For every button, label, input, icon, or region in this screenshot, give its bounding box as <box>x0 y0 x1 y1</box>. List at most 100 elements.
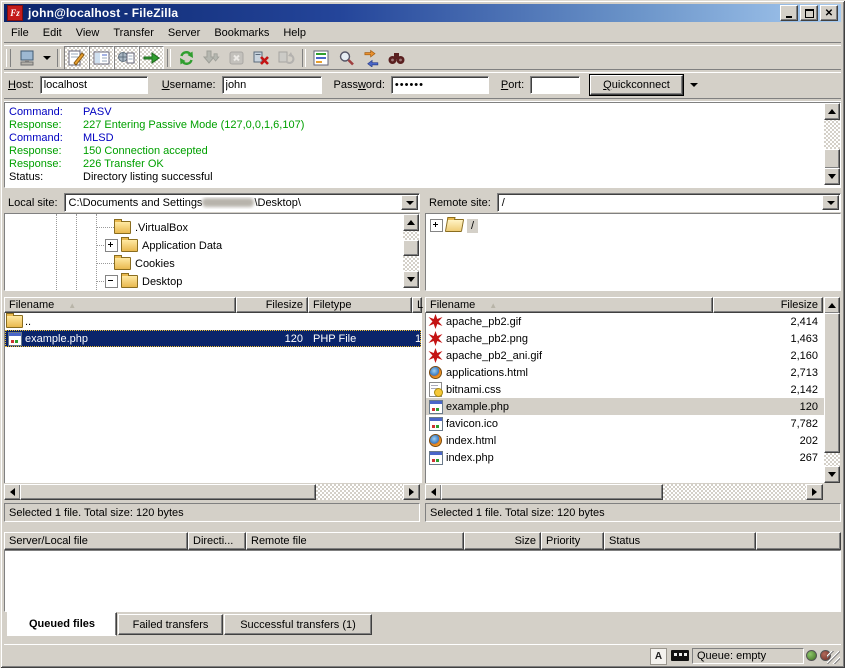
file-row[interactable]: index.html 202 <box>426 432 824 449</box>
queue-column-blank[interactable] <box>756 532 841 550</box>
file-row[interactable]: favicon.ico 7,782 <box>426 415 824 432</box>
scrollbar-thumb[interactable] <box>403 240 419 256</box>
collapse-minus-icon[interactable] <box>105 275 118 288</box>
local-hscrollbar[interactable] <box>4 484 420 500</box>
username-input[interactable] <box>222 76 322 94</box>
queue-column-status[interactable]: Status <box>604 532 756 550</box>
title-bar[interactable]: Fz john@localhost - FileZilla ✕ <box>4 4 841 22</box>
remote-list-body[interactable]: apache_pb2.gif 2,414 apache_pb2.png 1,46… <box>425 313 825 483</box>
column-header-filename[interactable]: Filename▲ <box>4 297 236 313</box>
toggle-remote-tree-button[interactable] <box>114 46 139 70</box>
tree-item-virtualbox[interactable]: .VirtualBox <box>111 219 188 236</box>
tab-failed-transfers[interactable]: Failed transfers <box>118 614 223 635</box>
cancel-operation-button[interactable] <box>224 46 249 70</box>
file-row-selected[interactable]: example.php 120 PHP File 1 <box>5 330 421 347</box>
scroll-right-button[interactable] <box>403 484 420 500</box>
quickconnect-button[interactable]: Quickconnect <box>590 75 683 95</box>
toggle-local-tree-button[interactable] <box>89 46 114 70</box>
refresh-button[interactable] <box>174 46 199 70</box>
scroll-down-button[interactable] <box>824 466 840 483</box>
local-list-body[interactable]: .. example.php 120 PHP File 1 <box>4 313 422 483</box>
scroll-left-button[interactable] <box>425 484 442 500</box>
directory-comparison-button[interactable] <box>334 46 359 70</box>
column-header-filetype[interactable]: Filetype <box>308 297 412 313</box>
remote-hscrollbar[interactable] <box>425 484 823 500</box>
file-row-selected[interactable]: example.php 120 <box>426 398 824 415</box>
file-row[interactable]: index.php 267 <box>426 449 824 466</box>
local-site-combobox[interactable]: C:\Documents and Settings\Desktop\ <box>64 193 420 212</box>
scrollbar-thumb[interactable] <box>441 484 663 500</box>
scroll-up-button[interactable] <box>824 103 840 120</box>
menu-server[interactable]: Server <box>161 25 207 41</box>
expand-plus-icon[interactable] <box>105 239 118 252</box>
queue-column-server-local-file[interactable]: Server/Local file <box>4 532 188 550</box>
menu-edit[interactable]: Edit <box>36 25 69 41</box>
scroll-right-button[interactable] <box>806 484 823 500</box>
menu-transfer[interactable]: Transfer <box>106 25 161 41</box>
disconnect-button[interactable] <box>249 46 274 70</box>
scrollbar-thumb[interactable] <box>824 313 840 453</box>
expand-plus-icon[interactable] <box>430 219 443 232</box>
site-manager-button[interactable] <box>14 46 39 70</box>
minimize-button[interactable] <box>780 5 798 21</box>
toggle-message-log-button[interactable] <box>64 46 89 70</box>
process-queue-button[interactable] <box>199 46 224 70</box>
scroll-up-button[interactable] <box>403 214 419 231</box>
scroll-left-button[interactable] <box>4 484 21 500</box>
scrollbar-thumb[interactable] <box>20 484 316 500</box>
queue-column-remote-file[interactable]: Remote file <box>246 532 464 550</box>
file-row[interactable]: apache_pb2.gif 2,414 <box>426 313 824 330</box>
file-row[interactable]: apache_pb2.png 1,463 <box>426 330 824 347</box>
menu-file[interactable]: File <box>4 25 36 41</box>
directory-filters-button[interactable] <box>309 46 334 70</box>
tree-item-cookies[interactable]: Cookies <box>111 255 175 272</box>
tab-successful-transfers[interactable]: Successful transfers (1) <box>224 614 372 635</box>
queue-column-priority[interactable]: Priority <box>541 532 604 550</box>
status-indicator-icon[interactable] <box>671 650 689 661</box>
queue-column-direction[interactable]: Directi... <box>188 532 246 550</box>
local-tree-scrollbar[interactable] <box>403 214 419 288</box>
tab-queued-files[interactable]: Queued files <box>7 612 117 636</box>
tree-item-root[interactable]: / <box>430 217 478 234</box>
file-row[interactable]: applications.html 2,713 <box>426 364 824 381</box>
remote-site-combobox[interactable]: / <box>497 193 841 212</box>
find-files-button[interactable] <box>384 46 409 70</box>
ascii-transfer-type-icon[interactable]: A <box>650 648 667 665</box>
combo-dropdown-button[interactable] <box>822 195 839 210</box>
column-header-filename[interactable]: Filename▲ <box>425 297 713 313</box>
close-button[interactable]: ✕ <box>820 5 838 21</box>
port-input[interactable] <box>530 76 580 94</box>
maximize-button[interactable] <box>800 5 818 21</box>
queue-body[interactable] <box>4 550 841 612</box>
scroll-down-button[interactable] <box>824 168 840 185</box>
menu-help[interactable]: Help <box>276 25 313 41</box>
remote-directory-tree[interactable]: / <box>425 213 841 291</box>
file-row[interactable]: apache_pb2_ani.gif 2,160 <box>426 347 824 364</box>
menu-bookmarks[interactable]: Bookmarks <box>207 25 276 41</box>
password-input[interactable] <box>391 76 489 94</box>
menu-view[interactable]: View <box>69 25 107 41</box>
combo-dropdown-button[interactable] <box>401 195 418 210</box>
synchronized-browsing-button[interactable] <box>359 46 384 70</box>
host-input[interactable] <box>40 76 148 94</box>
tree-item-desktop[interactable]: Desktop <box>105 273 182 290</box>
column-header-filesize[interactable]: Filesize <box>713 297 823 313</box>
queue-column-size[interactable]: Size <box>464 532 541 550</box>
scroll-up-button[interactable] <box>824 297 840 314</box>
reconnect-button[interactable] <box>274 46 299 70</box>
scrollbar-thumb[interactable] <box>824 149 840 169</box>
toggle-transfer-queue-button[interactable] <box>139 46 164 70</box>
local-directory-tree[interactable]: .VirtualBox Application Data Cookies Des… <box>4 213 420 291</box>
tree-item-application-data[interactable]: Application Data <box>105 237 222 254</box>
column-header-filesize[interactable]: Filesize <box>236 297 308 313</box>
resize-grip[interactable] <box>827 651 840 664</box>
scroll-down-button[interactable] <box>403 271 419 288</box>
file-row-parent[interactable]: .. <box>5 313 421 330</box>
remote-vscrollbar[interactable] <box>824 297 840 483</box>
quickconnect-dropdown-button[interactable] <box>685 74 703 96</box>
site-manager-dropdown-button[interactable] <box>39 46 54 70</box>
log-scrollbar[interactable] <box>824 103 840 185</box>
message-log[interactable]: Command:PASV Response:227 Entering Passi… <box>4 102 841 188</box>
column-header-lastmodified[interactable]: L <box>412 297 422 313</box>
toolbar-grip[interactable] <box>6 49 11 67</box>
